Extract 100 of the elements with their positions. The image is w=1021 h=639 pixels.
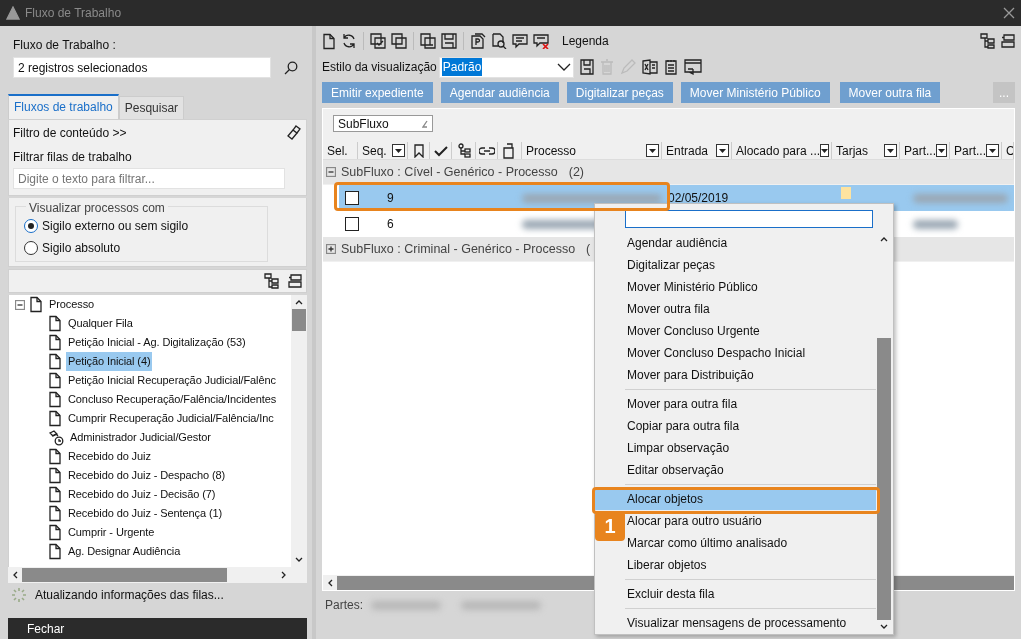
menu-item[interactable]: Mover Ministério Público [595,276,876,298]
checked-windows-icon[interactable] [370,33,386,49]
checkbox[interactable] [345,217,359,231]
save-icon[interactable] [579,59,594,75]
close-icon[interactable] [1003,7,1015,19]
filter-dropdown[interactable] [986,144,999,157]
filter-dropdown[interactable] [646,144,659,157]
radio-button[interactable] [24,241,38,255]
tree-item[interactable]: Recebido do Juiz - Despacho (8) [66,466,228,485]
group-count: ( [586,240,591,258]
tree-item[interactable]: Cumprir - Urgente [66,523,157,542]
legend-link[interactable]: Legenda [562,32,609,50]
menu-item[interactable]: Editar observação [595,459,876,481]
checkbox[interactable] [345,191,359,205]
scrollbar-thumb[interactable] [292,309,306,331]
menu-item[interactable]: Mover para Distribuição [595,364,876,386]
column-header[interactable]: Tarjas [836,142,868,159]
document-icon [48,448,62,465]
document-icon [48,467,62,484]
refresh-icon[interactable] [341,33,357,49]
view-style-dropdown[interactable]: Padrão [438,56,574,78]
menu-item[interactable]: Liberar objetos [595,554,876,576]
comment-icon[interactable] [512,33,528,49]
column-header[interactable]: Entrada [666,142,709,159]
expand-toggle-icon[interactable] [326,244,336,254]
document-p-icon[interactable] [470,33,486,49]
tree-item[interactable]: Petição Inicial Recuperação Judicial/Falênc [66,371,278,390]
save-icon[interactable] [441,33,457,49]
tree-item[interactable]: Processo [47,295,97,314]
copy-icon[interactable] [391,33,407,49]
loading-spinner-icon [11,587,27,603]
column-header[interactable]: Part... [904,142,936,159]
tab[interactable]: Fluxos de trabalho [8,94,119,119]
workflow-field[interactable]: 2 registros selecionados [13,57,271,78]
tree-item[interactable]: Recebido do Juiz - Sentença (1) [66,504,225,523]
close-link[interactable]: Fechar [27,619,65,638]
tab[interactable]: Pesquisar [118,96,185,119]
window-title: Fluxo de Trabalho [25,5,122,22]
hierarchy-icon[interactable] [264,273,280,289]
comment-delete-icon[interactable] [533,33,549,49]
radio-button[interactable] [24,219,38,233]
bookmark-icon [413,143,424,158]
tree-item[interactable]: Cumprir Recuperação Judicial/Falência/Inc [66,409,276,428]
hierarchy-icon[interactable] [980,33,996,49]
menu-item[interactable]: Visualizar mensagens de processamento [595,612,876,634]
filter-dropdown[interactable] [884,144,897,157]
column-header[interactable]: Part... [954,142,986,159]
brush-icon[interactable] [287,125,301,141]
collapse-icon[interactable] [288,274,302,288]
document-icon[interactable] [322,32,336,50]
document-icon [48,353,62,370]
menu-item[interactable]: Alocar objetos [595,488,876,510]
scrollbar-thumb[interactable] [22,568,227,582]
column-header[interactable]: Seq. [362,142,387,159]
content-filter-toggle[interactable]: Filtro de conteúdo >> [13,124,127,142]
window-export-icon[interactable] [683,59,702,75]
tree-item[interactable]: Administrador Judicial/Gestor [68,428,213,447]
collapse-toggle-icon[interactable] [15,299,25,310]
caret-icon [719,148,726,153]
menu-item[interactable]: Digitalizar peças [595,254,876,276]
step-tooltip: 1 [595,511,625,541]
filter-dropdown[interactable] [820,144,830,157]
tree-item[interactable]: Recebido do Juiz - Decisão (7) [66,485,218,504]
tree-item[interactable]: Petição Inicial (4) [66,352,153,371]
tree-item[interactable]: Concluso Recuperação/Falência/Incidentes [66,390,279,409]
filter-dropdown[interactable] [936,144,947,157]
menu-item[interactable]: Mover outra fila [595,298,876,320]
tree-item[interactable]: Ag. Designar Audiência [66,542,183,561]
collapse-toggle-icon[interactable] [326,167,336,177]
column-header[interactable]: Sel. [327,142,348,159]
filter-dropdown[interactable] [716,144,729,157]
search-icon[interactable] [284,61,298,76]
document-search-icon[interactable] [491,33,507,49]
menu-item[interactable]: Mover Concluso Urgente [595,320,876,342]
group-by-chip[interactable]: SubFluxo [333,115,433,132]
scrollbar-thumb[interactable] [877,338,891,620]
menu-item[interactable]: Limpar observação [595,437,876,459]
tree-item[interactable]: Recebido do Juiz [66,447,153,466]
field-label: Estilo da visualização [322,59,437,76]
filter-dropdown[interactable] [392,144,405,157]
menu-search-field[interactable] [625,210,873,228]
tree-item[interactable]: Petição Inicial - Ag. Digitalização (53) [66,333,248,352]
excel-book-icon[interactable] [641,59,658,75]
filter-field[interactable]: Digite o texto para filtrar... [13,168,285,189]
documents-icon [502,142,517,159]
menu-item[interactable]: Mover para outra fila [595,393,876,415]
menu-item[interactable]: Copiar para outra fila [595,415,876,437]
radio-label[interactable]: Sigilo absoluto [42,239,121,257]
radio-label[interactable]: Sigilo externo ou sem sigilo [42,217,189,235]
tree-item[interactable]: Qualquer Fila [66,314,135,333]
caret-icon [938,148,945,153]
collapse-icon[interactable] [1001,34,1015,48]
notepad-icon[interactable] [663,59,678,75]
link-icon [478,144,495,157]
column-header[interactable]: Alocado para ... [736,142,821,159]
menu-item[interactable]: Mover Concluso Despacho Inicial [595,342,876,364]
app-logo-icon [6,6,20,20]
menu-item[interactable]: Excluir desta fila [595,583,876,605]
column-header[interactable]: Processo [526,142,577,159]
table-cell-text: 6 [386,216,395,233]
